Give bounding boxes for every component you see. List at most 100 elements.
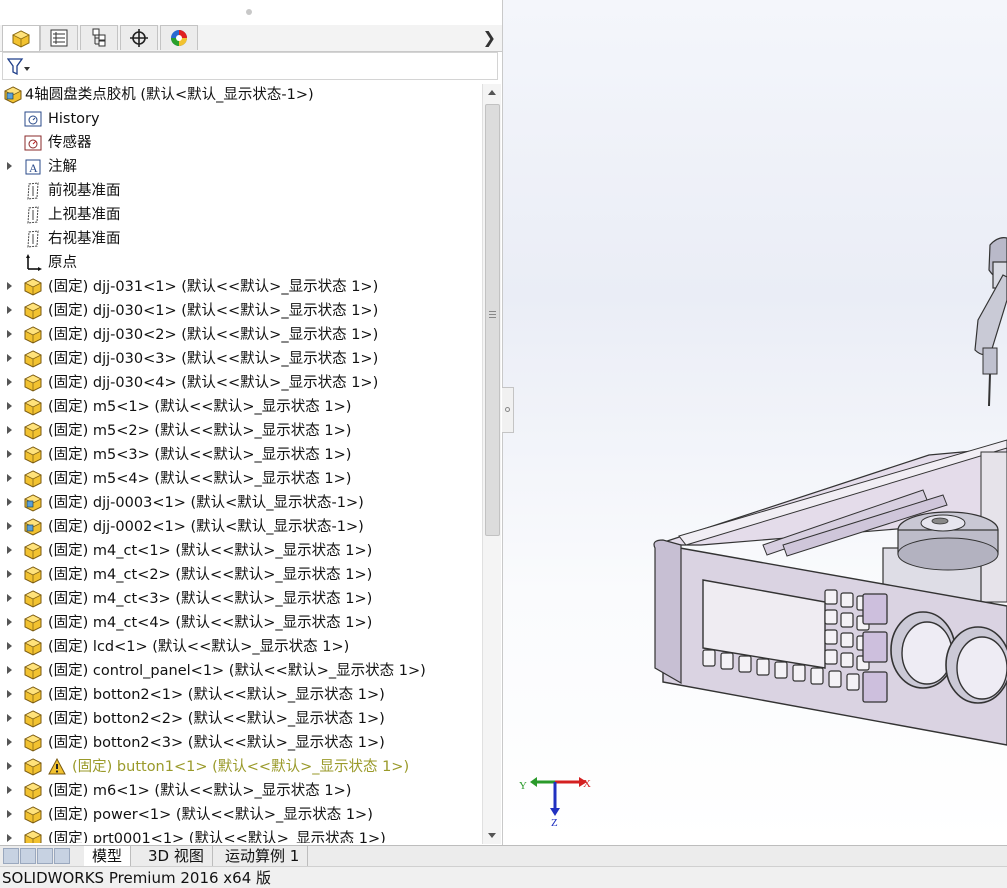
machine-body-model [653, 439, 1007, 746]
tree-item[interactable]: (固定) m4_ct<3> (默认<<默认>_显示状态 1>) [0, 587, 482, 611]
tree-scrollbar[interactable] [482, 84, 501, 844]
tree-root-item[interactable]: 4轴圆盘类点胶机 (默认<默认_显示状态-1>) [0, 83, 482, 107]
assembly-model-view[interactable] [503, 0, 1007, 845]
expand-arrow-icon[interactable] [7, 594, 12, 602]
feature-manager-icon [12, 29, 30, 48]
status-bar: SOLIDWORKS Premium 2016 x64 版 [0, 866, 1007, 888]
expand-arrow-icon[interactable] [7, 642, 12, 650]
part-icon [24, 758, 42, 776]
expand-arrow-icon[interactable] [7, 570, 12, 578]
expand-arrow-icon[interactable] [7, 522, 12, 530]
expand-arrow-icon[interactable] [7, 354, 12, 362]
panel-splitter-handle[interactable] [502, 387, 514, 433]
tree-item[interactable]: (固定) button1<1> (默认<<默认>_显示状态 1>) [0, 755, 482, 779]
tab-3d-view[interactable]: 3D 视图 [140, 846, 213, 866]
tree-item[interactable]: (固定) djj-030<4> (默认<<默认>_显示状态 1>) [0, 371, 482, 395]
triad-z-label: Z [551, 817, 558, 828]
expand-arrow-icon[interactable] [7, 378, 12, 386]
display-manager-tab[interactable] [160, 25, 198, 50]
expand-arrow-icon[interactable] [7, 738, 12, 746]
tree-item[interactable]: (固定) botton2<2> (默认<<默认>_显示状态 1>) [0, 707, 482, 731]
tree-item[interactable]: (固定) power<1> (默认<<默认>_显示状态 1>) [0, 803, 482, 827]
tree-item-label: (固定) button1<1> (默认<<默认>_显示状态 1>) [72, 759, 410, 775]
tree-item-label: (固定) m4_ct<4> (默认<<默认>_显示状态 1>) [48, 615, 373, 631]
tree-item[interactable]: 传感器 [0, 131, 482, 155]
tree-item-label: History [48, 111, 100, 127]
tree-item[interactable]: 右视基准面 [0, 227, 482, 251]
tree-item[interactable]: (固定) djj-030<3> (默认<<默认>_显示状态 1>) [0, 347, 482, 371]
part-icon [24, 278, 42, 296]
tree-item[interactable]: History [0, 107, 482, 131]
dimxpert-manager-tab[interactable] [120, 25, 158, 50]
tree-item[interactable]: (固定) prt0001<1> (默认<<默认>_显示状态 1>) [0, 827, 482, 843]
tree-item[interactable]: (固定) m4_ct<4> (默认<<默认>_显示状态 1>) [0, 611, 482, 635]
expand-arrow-icon[interactable] [7, 690, 12, 698]
expand-arrow-icon[interactable] [7, 426, 12, 434]
panel-resize-grip[interactable] [246, 9, 252, 15]
scroll-down-arrow-icon[interactable] [488, 833, 496, 838]
tree-item[interactable]: (固定) m5<1> (默认<<默认>_显示状态 1>) [0, 395, 482, 419]
expand-arrow-icon[interactable] [7, 306, 12, 314]
tree-item[interactable]: (固定) djj-030<1> (默认<<默认>_显示状态 1>) [0, 299, 482, 323]
tree-item[interactable]: (固定) m6<1> (默认<<默认>_显示状态 1>) [0, 779, 482, 803]
expand-arrow-icon[interactable] [7, 618, 12, 626]
expand-arrow-icon[interactable] [7, 474, 12, 482]
tree-item[interactable]: 上视基准面 [0, 203, 482, 227]
expand-arrow-icon[interactable] [7, 330, 12, 338]
expand-arrow-icon[interactable] [7, 666, 12, 674]
filter-icon[interactable] [7, 58, 31, 76]
tab-model[interactable]: 模型 [84, 846, 132, 866]
tree-item[interactable]: (固定) control_panel<1> (默认<<默认>_显示状态 1>) [0, 659, 482, 683]
tree-item[interactable]: (固定) djj-030<2> (默认<<默认>_显示状态 1>) [0, 323, 482, 347]
next-tab-arrow-icon[interactable] [37, 848, 53, 864]
expand-arrow-icon[interactable] [7, 162, 12, 170]
expand-arrow-icon[interactable] [7, 450, 12, 458]
chevron-right-icon[interactable]: ❯ [483, 28, 496, 47]
tree-item[interactable]: (固定) m5<2> (默认<<默认>_显示状态 1>) [0, 419, 482, 443]
tree-filter-field[interactable] [2, 52, 498, 80]
tree-item[interactable]: (固定) botton2<3> (默认<<默认>_显示状态 1>) [0, 731, 482, 755]
tree-item[interactable]: (固定) djj-031<1> (默认<<默认>_显示状态 1>) [0, 275, 482, 299]
tree-item[interactable]: (固定) lcd<1> (默认<<默认>_显示状态 1>) [0, 635, 482, 659]
tree-item[interactable]: (固定) m5<4> (默认<<默认>_显示状态 1>) [0, 467, 482, 491]
sensor-icon [24, 135, 42, 151]
expand-arrow-icon[interactable] [7, 498, 12, 506]
tree-item[interactable]: (固定) m5<3> (默认<<默认>_显示状态 1>) [0, 443, 482, 467]
tree-item-label: (固定) prt0001<1> (默认<<默认>_显示状态 1>) [48, 831, 386, 843]
expand-arrow-icon[interactable] [7, 402, 12, 410]
bottom-tab-bar: 模型 3D 视图 运动算例 1 [0, 845, 1007, 867]
tree-item[interactable]: (固定) m4_ct<1> (默认<<默认>_显示状态 1>) [0, 539, 482, 563]
tree-item-label: (固定) djj-0002<1> (默认<默认_显示状态-1>) [48, 519, 364, 535]
expand-arrow-icon[interactable] [7, 810, 12, 818]
configuration-manager-tab[interactable] [80, 25, 118, 50]
tab-motion-study[interactable]: 运动算例 1 [217, 846, 309, 866]
tree-item-label: (固定) djj-030<2> (默认<<默认>_显示状态 1>) [48, 327, 379, 343]
expand-arrow-icon[interactable] [7, 786, 12, 794]
graphics-area[interactable]: X Y Z [503, 0, 1007, 845]
part-icon [24, 326, 42, 344]
manager-tab-bar: ❯ [0, 25, 502, 52]
tree-item-label: 原点 [48, 255, 77, 271]
tree-item[interactable]: 原点 [0, 251, 482, 275]
tree-item[interactable]: A 注解 [0, 155, 482, 179]
tree-item-label: 注解 [48, 159, 77, 175]
last-tab-arrow-icon[interactable] [54, 848, 70, 864]
scrollbar-thumb[interactable] [485, 104, 500, 536]
tree-item[interactable]: (固定) djj-0002<1> (默认<默认_显示状态-1>) [0, 515, 482, 539]
first-tab-arrow-icon[interactable] [3, 848, 19, 864]
expand-arrow-icon[interactable] [7, 546, 12, 554]
property-manager-tab[interactable] [40, 25, 78, 50]
tree-item[interactable]: 前视基准面 [0, 179, 482, 203]
part-icon [24, 734, 42, 752]
expand-arrow-icon[interactable] [7, 282, 12, 290]
tree-item[interactable]: (固定) botton2<1> (默认<<默认>_显示状态 1>) [0, 683, 482, 707]
expand-arrow-icon[interactable] [7, 762, 12, 770]
expand-arrow-icon[interactable] [7, 834, 12, 842]
part-icon [24, 302, 42, 320]
tree-item[interactable]: (固定) m4_ct<2> (默认<<默认>_显示状态 1>) [0, 563, 482, 587]
scroll-up-arrow-icon[interactable] [488, 90, 496, 95]
tree-item[interactable]: (固定) djj-0003<1> (默认<默认_显示状态-1>) [0, 491, 482, 515]
expand-arrow-icon[interactable] [7, 714, 12, 722]
prev-tab-arrow-icon[interactable] [20, 848, 36, 864]
feature-manager-tab[interactable] [2, 25, 40, 51]
